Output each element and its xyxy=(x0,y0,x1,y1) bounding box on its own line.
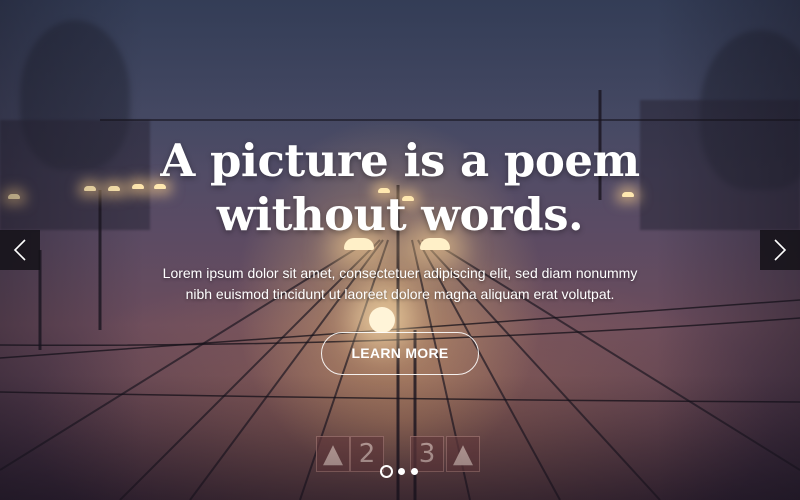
hero-headline: A picture is a poem without words. xyxy=(60,134,740,242)
description-line: nibh euismod tincidunt ut laoreet dolore… xyxy=(185,286,615,302)
slide-dot-active[interactable] xyxy=(380,465,393,478)
next-slide-button[interactable] xyxy=(760,230,800,270)
slide-dot[interactable] xyxy=(411,468,418,475)
description-line: Lorem ipsum dolor sit amet, consectetuer… xyxy=(162,265,638,281)
slide-pagination xyxy=(378,465,422,478)
learn-more-button[interactable]: LEARN MORE xyxy=(321,332,479,375)
chevron-right-icon xyxy=(774,239,787,261)
slide-dot[interactable] xyxy=(398,468,405,475)
hero-caption: A picture is a poem without words. Lorem… xyxy=(0,0,800,500)
previous-slide-button[interactable] xyxy=(0,230,40,270)
headline-line: without words. xyxy=(216,188,584,241)
hero-description: Lorem ipsum dolor sit amet, consectetuer… xyxy=(100,263,700,305)
chevron-left-icon xyxy=(13,239,26,261)
hero-slider: ▲ 2 3 ▲ A picture is a poem without word… xyxy=(0,0,800,500)
headline-line: A picture is a poem xyxy=(160,134,640,187)
